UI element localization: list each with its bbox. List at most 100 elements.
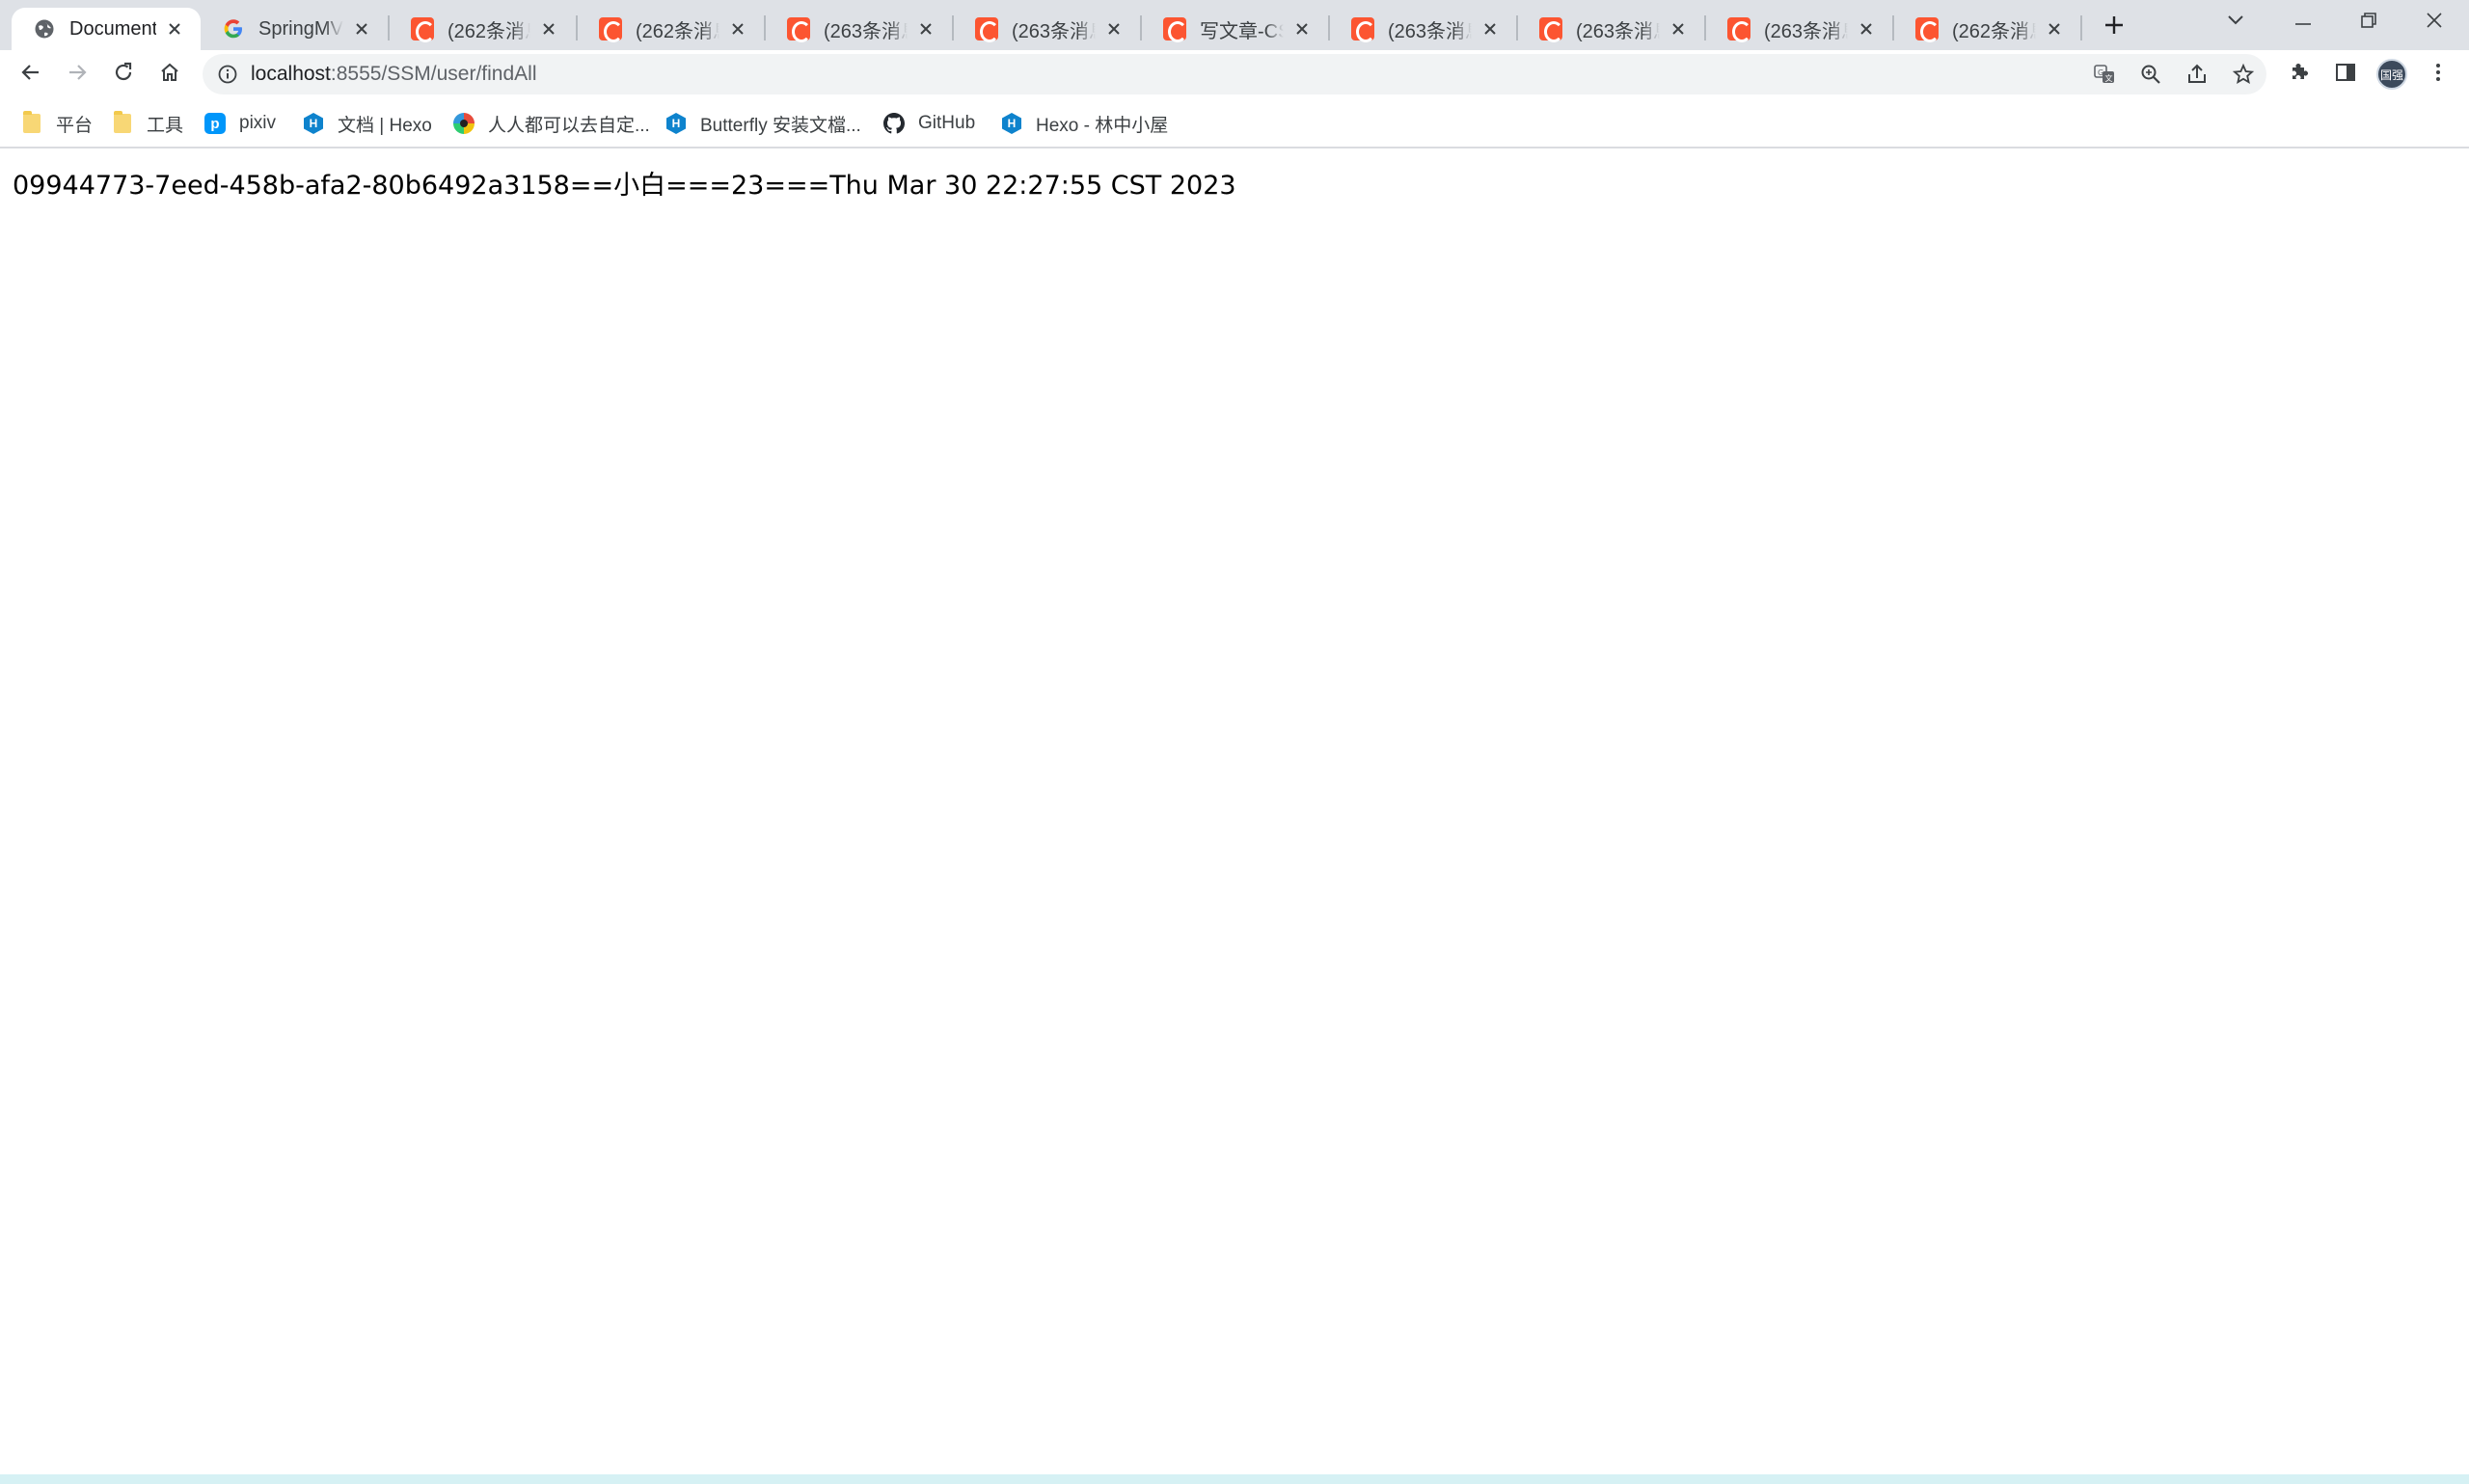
globe-icon — [33, 17, 56, 40]
tab-csdn[interactable]: (263条消息) — [1518, 8, 1704, 50]
tab-title: (262条消息) — [1952, 20, 2036, 42]
csdn-icon — [787, 17, 811, 42]
reload-button[interactable] — [104, 55, 143, 94]
hexo-icon: H — [303, 113, 324, 134]
arrow-right-icon — [66, 61, 89, 89]
browser-toolbar: localhost:8555/SSM/user/findAll G文 国强 — [0, 50, 2469, 98]
close-icon[interactable] — [536, 16, 561, 41]
tab-title: Document — [69, 17, 156, 40]
new-tab-button[interactable] — [2097, 10, 2131, 44]
site-icon — [453, 113, 475, 134]
bookmark-link[interactable]: GitHub — [883, 108, 975, 139]
hexo-icon: H — [1001, 113, 1022, 134]
tab-separator — [2080, 15, 2082, 40]
user-record-text: 09944773-7eed-458b-afa2-80b6492a3158==小白… — [13, 171, 1236, 201]
tab-title: (263条消息) — [1388, 20, 1472, 42]
url-host: localhost — [251, 63, 331, 85]
close-icon[interactable] — [1854, 16, 1879, 41]
tab-title: (262条消息) — [636, 20, 719, 42]
tab-title: (263条消息) — [1764, 20, 1848, 42]
home-icon — [158, 61, 181, 89]
info-icon[interactable] — [216, 63, 239, 86]
tab-csdn[interactable]: (262条消息) — [578, 8, 764, 50]
close-icon[interactable] — [1478, 16, 1503, 41]
puzzle-icon — [2288, 61, 2311, 89]
tab-document[interactable]: Document — [12, 8, 201, 50]
tab-csdn[interactable]: (263条消息) — [1330, 8, 1516, 50]
zoom-icon[interactable] — [2135, 59, 2166, 90]
tab-search-button[interactable] — [2203, 0, 2268, 44]
tab-title: (263条消息) — [824, 20, 908, 42]
google-icon — [222, 17, 245, 40]
bookmarks-bar: 平台 工具 p pixiv H 文档 | Hexo 人人都可以去自定... H … — [0, 98, 2469, 148]
tab-csdn-write[interactable]: 写文章-CSDN — [1142, 8, 1328, 50]
tab-title: 写文章-CSDN — [1200, 20, 1284, 42]
tab-title: (262条消息) — [448, 20, 530, 42]
tab-csdn[interactable]: (263条消息) — [1706, 8, 1892, 50]
tab-csdn[interactable]: (263条消息) — [954, 8, 1140, 50]
tab-strip: Document SpringMVC (262条消息) (26 — [0, 0, 2469, 50]
close-icon[interactable] — [725, 16, 750, 41]
side-panel-icon — [2334, 61, 2357, 89]
bookmark-label: Hexo - 林中小屋 — [1036, 115, 1169, 136]
home-button[interactable] — [150, 55, 189, 94]
pixiv-icon: p — [204, 113, 226, 134]
bookmark-link[interactable]: 人人都可以去自定... — [453, 108, 650, 139]
csdn-icon — [1727, 17, 1751, 42]
close-icon[interactable] — [349, 16, 374, 41]
profile-button[interactable]: 国强 — [2373, 55, 2411, 94]
address-bar[interactable]: localhost:8555/SSM/user/findAll G文 — [203, 54, 2266, 94]
restore-button[interactable] — [2336, 0, 2401, 44]
tab-csdn[interactable]: (263条消息) — [766, 8, 952, 50]
taskbar-edge — [0, 1474, 2469, 1484]
close-icon[interactable] — [913, 16, 938, 41]
page-content: 09944773-7eed-458b-afa2-80b6492a3158==小白… — [0, 150, 2469, 1474]
side-panel-button[interactable] — [2326, 55, 2365, 94]
translate-icon[interactable]: G文 — [2089, 59, 2120, 90]
bookmark-folder[interactable]: 平台 — [21, 108, 93, 139]
close-icon[interactable] — [1101, 16, 1126, 41]
github-icon — [883, 113, 905, 134]
close-icon — [2426, 12, 2443, 34]
minimize-icon — [2294, 13, 2312, 31]
hexo-icon: H — [665, 113, 687, 134]
csdn-icon — [1915, 17, 1940, 42]
close-icon[interactable] — [1666, 16, 1691, 41]
share-icon[interactable] — [2182, 59, 2212, 90]
bookmark-label: GitHub — [918, 113, 976, 133]
menu-button[interactable] — [2419, 55, 2457, 94]
svg-text:文: 文 — [2105, 73, 2113, 83]
avatar: 国强 — [2376, 59, 2407, 90]
extensions-button[interactable] — [2280, 55, 2319, 94]
csdn-icon — [1163, 17, 1187, 42]
url-text[interactable]: localhost:8555/SSM/user/findAll — [251, 54, 537, 94]
forward-button[interactable] — [58, 55, 96, 94]
arrow-left-icon — [19, 61, 42, 89]
bookmark-link[interactable]: H 文档 | Hexo — [303, 108, 432, 139]
tab-csdn[interactable]: (262条消息) — [390, 8, 575, 50]
csdn-icon — [1539, 17, 1563, 42]
tab-csdn[interactable]: (262条消息) — [1894, 8, 2080, 50]
bookmark-label: 工具 — [147, 115, 184, 136]
close-icon[interactable] — [2042, 16, 2067, 41]
minimize-button[interactable] — [2270, 0, 2336, 44]
back-button[interactable] — [12, 55, 50, 94]
bookmark-label: Butterfly 安装文檔... — [700, 115, 861, 136]
close-window-button[interactable] — [2401, 0, 2467, 44]
bookmark-label: 人人都可以去自定... — [488, 115, 650, 136]
bookmark-link[interactable]: p pixiv — [204, 108, 276, 139]
csdn-icon — [411, 17, 435, 42]
more-vertical-icon — [2427, 61, 2450, 89]
tab-title: SpringMVC — [258, 17, 343, 40]
csdn-icon — [599, 17, 623, 42]
bookmark-link[interactable]: H Butterfly 安装文檔... — [665, 108, 861, 139]
close-icon[interactable] — [162, 16, 187, 41]
folder-icon — [21, 111, 42, 134]
bookmark-label: 文档 | Hexo — [338, 115, 432, 136]
tab-springmvc[interactable]: SpringMVC — [201, 8, 388, 50]
star-icon[interactable] — [2228, 59, 2259, 90]
close-icon[interactable] — [1289, 16, 1315, 41]
tab-title: (263条消息) — [1012, 20, 1096, 42]
bookmark-link[interactable]: H Hexo - 林中小屋 — [1001, 108, 1168, 139]
bookmark-folder[interactable]: 工具 — [112, 108, 183, 139]
